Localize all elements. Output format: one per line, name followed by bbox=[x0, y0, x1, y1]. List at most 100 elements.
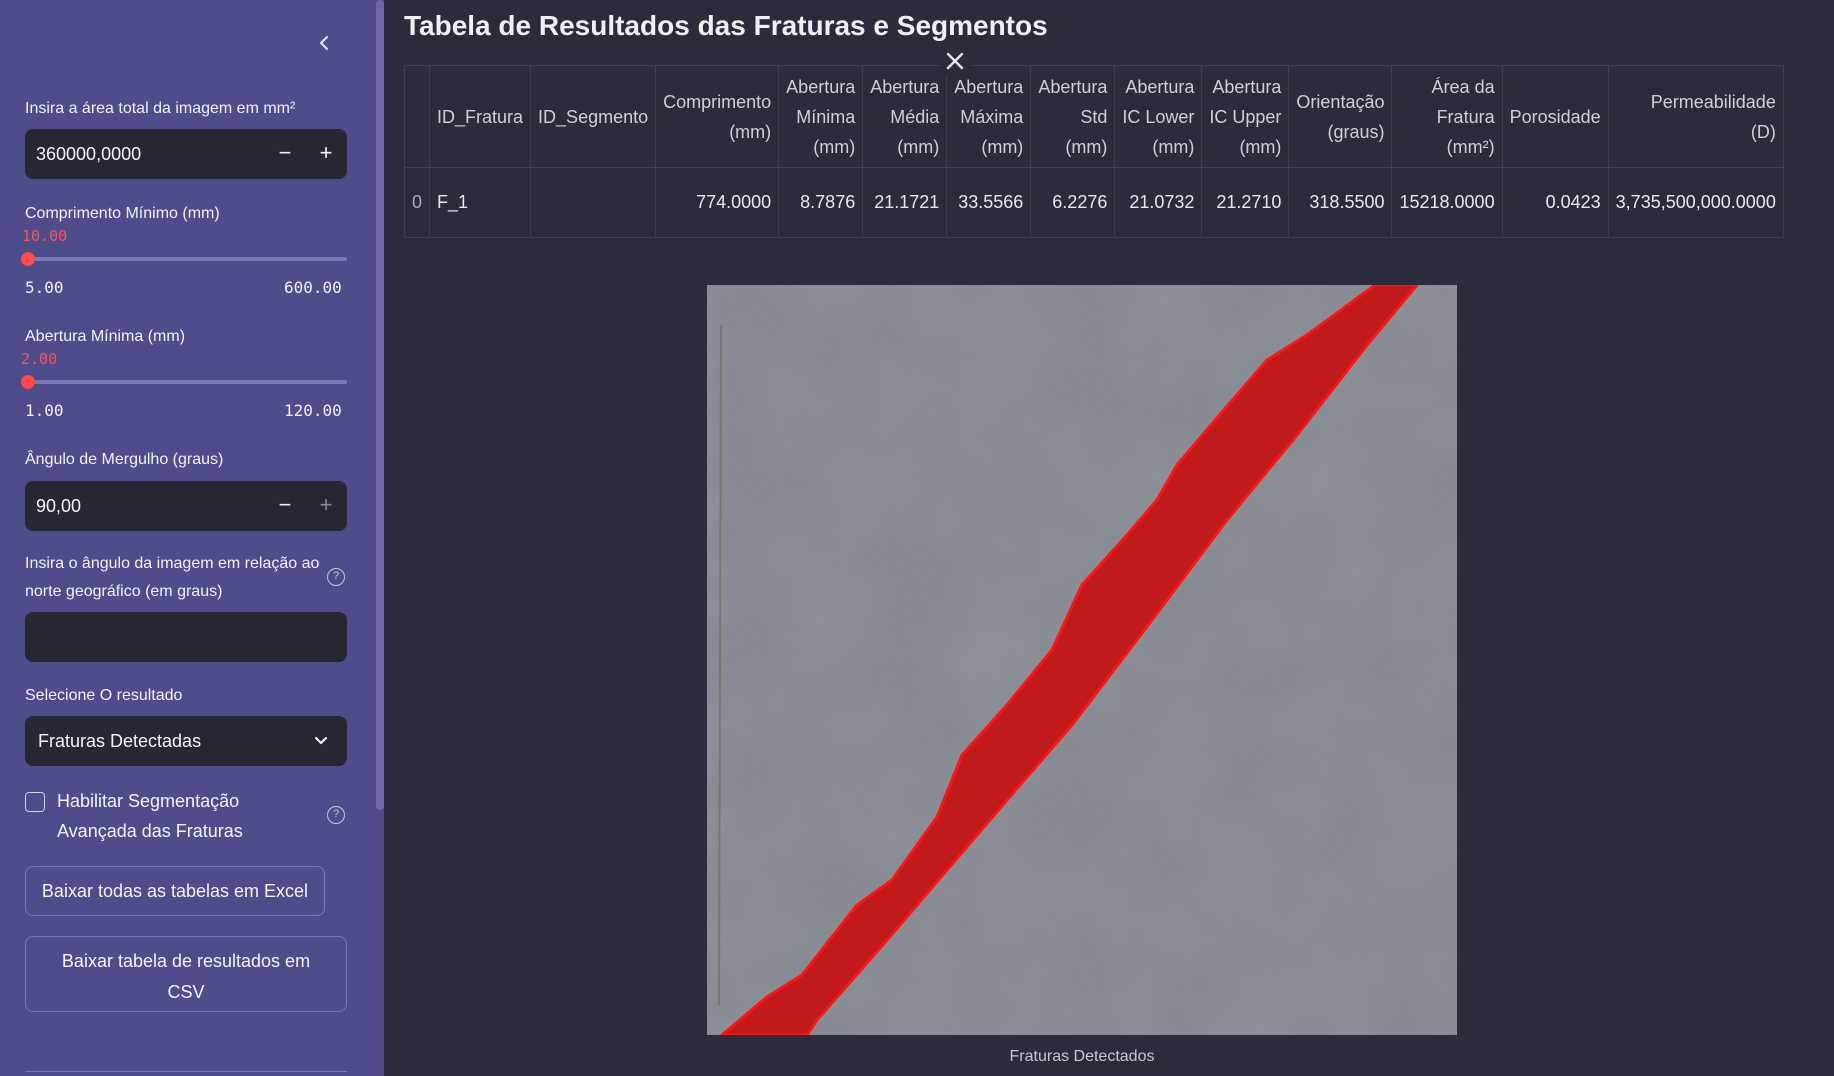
area-decrement-button[interactable]: − bbox=[265, 129, 305, 179]
area-input-value: 360000,0000 bbox=[36, 144, 142, 164]
column-header[interactable]: Abertura IC Lower (mm) bbox=[1114, 65, 1203, 168]
table-cell[interactable]: F_1 bbox=[429, 167, 532, 238]
column-header-line: Abertura bbox=[786, 76, 856, 97]
result-select-value: Fraturas Detectadas bbox=[38, 731, 202, 751]
page-title: Tabela de Resultados das Fraturas e Segm… bbox=[404, 10, 1048, 41]
column-header-line: Abertura bbox=[870, 76, 940, 97]
column-header-line: (mm) bbox=[1065, 136, 1108, 157]
column-header-line: ID_Segmento bbox=[538, 106, 649, 127]
download-excel-button[interactable]: Baixar todas as tabelas em Excel bbox=[25, 866, 325, 916]
table-cell[interactable]: 3,735,500,000.0000 bbox=[1607, 167, 1784, 238]
column-header-line: Mínima bbox=[796, 106, 856, 127]
results-table: ID_Fratura ID_Segmento Comprimento (mm) Aber… bbox=[403, 65, 1784, 238]
column-header-line: IC Upper bbox=[1209, 106, 1282, 127]
table-cell[interactable]: 6.2276 bbox=[1030, 167, 1116, 238]
help-icon[interactable]: ? bbox=[327, 568, 345, 586]
comp-slider[interactable] bbox=[20, 252, 347, 266]
csv-button-line2: CSV bbox=[167, 982, 205, 1002]
sidebar: Insira a área total da imagem em mm² 360… bbox=[0, 0, 384, 1076]
column-header-line: (mm) bbox=[1239, 136, 1282, 157]
table-cell[interactable]: 318.5500 bbox=[1288, 167, 1393, 238]
table-cell[interactable]: 8.7876 bbox=[778, 167, 864, 238]
column-header[interactable]: Permeabilidade (D) bbox=[1607, 65, 1784, 168]
area-increment-button[interactable]: + bbox=[306, 129, 346, 179]
csv-button-line1: Baixar tabela de resultados em bbox=[61, 951, 311, 971]
column-header-line: Abertura bbox=[1125, 76, 1195, 97]
column-header[interactable]: Abertura Mínima (mm) bbox=[778, 65, 864, 168]
comp-slider-max: 600.00 bbox=[284, 278, 342, 297]
column-header-line: Abertura bbox=[1212, 76, 1282, 97]
table-cell[interactable]: 15218.0000 bbox=[1391, 167, 1503, 238]
column-header-line: ID_Fratura bbox=[437, 106, 524, 127]
column-header-line: Área da bbox=[1431, 76, 1495, 97]
abert-slider-value: 2.00 bbox=[21, 350, 58, 368]
segmentation-checkbox-label[interactable]: Habilitar Segmentação Avançada das Fratu… bbox=[57, 786, 287, 846]
checkbox-label-line1: Habilitar Segmentação bbox=[57, 791, 240, 811]
row-index[interactable]: 0 bbox=[403, 167, 431, 238]
column-header-line: Fratura bbox=[1436, 106, 1495, 127]
column-header[interactable]: Orientação (graus) bbox=[1288, 65, 1393, 168]
area-input[interactable]: 360000,0000 − + bbox=[25, 129, 347, 179]
download-csv-button[interactable]: Baixar tabela de resultados em CSV bbox=[25, 936, 347, 1012]
table-cell[interactable]: 21.0732 bbox=[1114, 167, 1203, 238]
table-cell[interactable]: 774.0000 bbox=[655, 167, 780, 238]
column-header-line: (mm) bbox=[897, 136, 940, 157]
column-header-line: Abertura bbox=[1038, 76, 1108, 97]
abert-slider-min: 1.00 bbox=[25, 401, 64, 420]
close-icon[interactable] bbox=[940, 46, 970, 76]
column-header[interactable]: Abertura Média (mm) bbox=[862, 65, 948, 168]
fracture-image bbox=[707, 285, 1457, 1035]
norte-angle-input[interactable] bbox=[25, 612, 347, 662]
column-header-line: Porosidade bbox=[1509, 106, 1601, 127]
table-cell[interactable]: 21.2710 bbox=[1201, 167, 1290, 238]
comp-slider-min: 5.00 bbox=[25, 278, 64, 297]
norte-label-line2: norte geográfico (em graus) bbox=[25, 583, 223, 600]
column-header-line: Std bbox=[1080, 106, 1108, 127]
sidebar-scrollbar[interactable] bbox=[376, 0, 384, 810]
comp-slider-thumb[interactable] bbox=[20, 252, 35, 266]
mergulho-increment-button[interactable]: + bbox=[306, 481, 346, 531]
column-header-line: Abertura bbox=[954, 76, 1024, 97]
help-icon[interactable]: ? bbox=[327, 806, 345, 824]
table-header-row: ID_Fratura ID_Segmento Comprimento (mm) Aber… bbox=[403, 65, 1784, 168]
column-header-line: (graus) bbox=[1327, 121, 1385, 142]
column-header[interactable] bbox=[403, 65, 431, 168]
column-header-line: Comprimento bbox=[663, 91, 772, 112]
column-header[interactable]: Porosidade bbox=[1501, 65, 1609, 168]
mergulho-input-value: 90,00 bbox=[36, 496, 82, 516]
comp-slider-value: 10.00 bbox=[22, 227, 68, 245]
mergulho-decrement-button[interactable]: − bbox=[265, 481, 305, 531]
column-header[interactable]: Abertura IC Upper (mm) bbox=[1201, 65, 1290, 168]
abert-slider[interactable] bbox=[20, 375, 347, 389]
mergulho-label: Ângulo de Mergulho (graus) bbox=[25, 451, 224, 468]
column-header[interactable]: Comprimento (mm) bbox=[655, 65, 780, 168]
chevron-left-icon[interactable] bbox=[316, 34, 334, 52]
table-cell[interactable]: 33.5566 bbox=[946, 167, 1032, 238]
column-header-line: (D) bbox=[1750, 121, 1776, 142]
column-header[interactable]: ID_Fratura bbox=[429, 65, 532, 168]
comp-min-label: Comprimento Mínimo (mm) bbox=[25, 205, 220, 222]
column-header[interactable]: ID_Segmento bbox=[530, 65, 657, 168]
abert-min-label: Abertura Mínima (mm) bbox=[25, 328, 186, 345]
column-header-line: (mm) bbox=[981, 136, 1024, 157]
column-header[interactable]: Área da Fratura (mm²) bbox=[1391, 65, 1503, 168]
column-header-line: Permeabilidade bbox=[1650, 91, 1776, 112]
abert-slider-thumb[interactable] bbox=[20, 375, 35, 389]
select-label: Selecione O resultado bbox=[25, 687, 183, 704]
table-cell[interactable]: 21.1721 bbox=[862, 167, 948, 238]
column-header[interactable]: Abertura Std (mm) bbox=[1030, 65, 1116, 168]
norte-label-line1: Insira o ângulo da imagem em relação ao bbox=[25, 555, 320, 572]
table-cell[interactable] bbox=[530, 167, 657, 238]
table-cell[interactable]: 0.0423 bbox=[1501, 167, 1609, 238]
column-header[interactable]: Abertura Máxima (mm) bbox=[946, 65, 1032, 168]
result-select[interactable]: Fraturas Detectadas bbox=[25, 716, 347, 766]
column-header-line: Orientação bbox=[1296, 91, 1385, 112]
segmentation-checkbox[interactable] bbox=[25, 792, 45, 812]
column-header-line: (mm) bbox=[729, 121, 772, 142]
mergulho-input[interactable]: 90,00 − + bbox=[25, 481, 347, 531]
chevron-down-icon bbox=[314, 736, 328, 745]
table-row[interactable]: 0 F_1 774.0000 8.7876 21.1721 33.5566 6.2276 21… bbox=[403, 167, 1784, 238]
column-header-line: (mm) bbox=[1152, 136, 1195, 157]
column-header-line: Média bbox=[890, 106, 940, 127]
column-header-line: Máxima bbox=[960, 106, 1024, 127]
